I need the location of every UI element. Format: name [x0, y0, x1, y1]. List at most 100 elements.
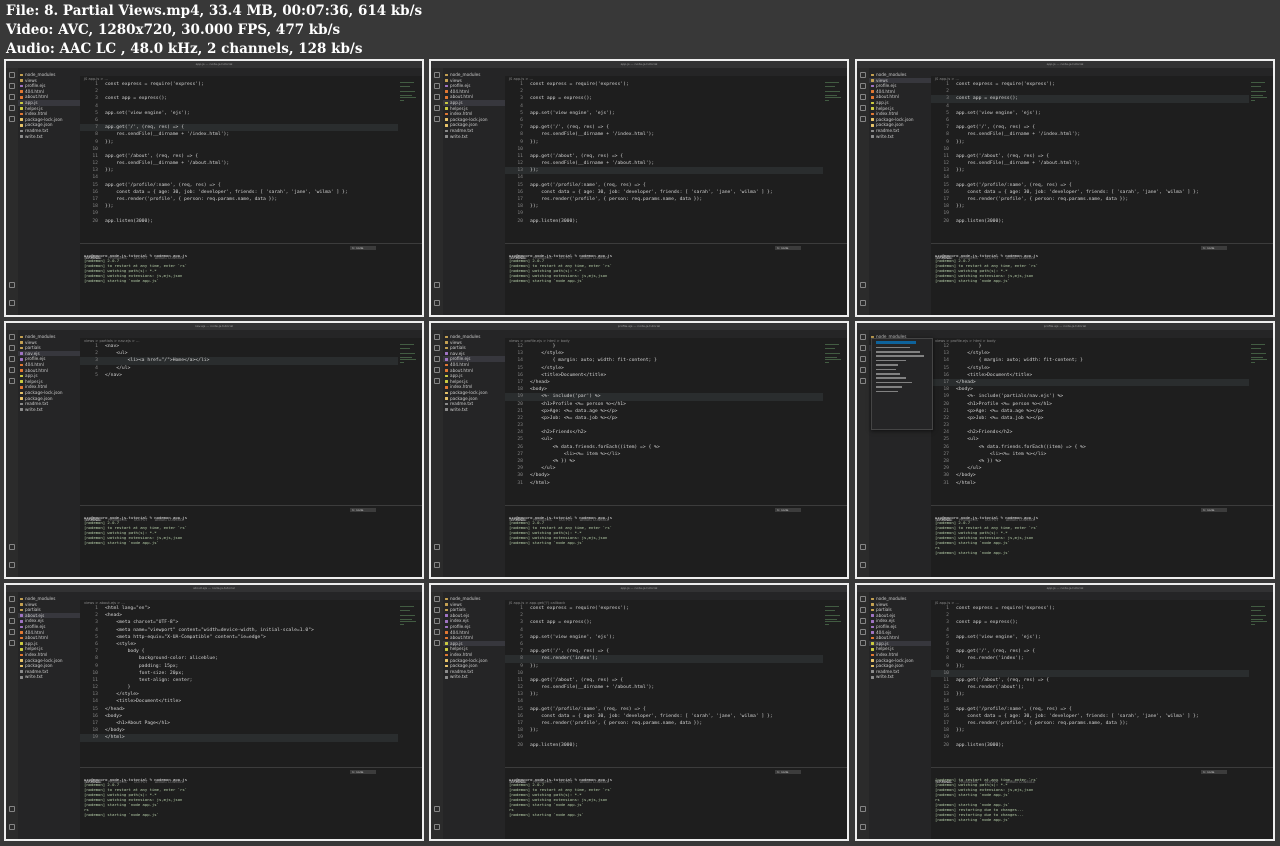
terminal-output[interactable]: uzu@macpro node-js-tutorial % nodemon ap… — [80, 252, 422, 284]
run-debug-icon[interactable] — [434, 367, 440, 373]
source-control-icon[interactable] — [434, 618, 440, 624]
code-editor[interactable]: 1 const express = require('express'); 2 3 co… — [505, 605, 823, 765]
code-editor[interactable]: 1 const express = require('express'); 2 3 co… — [505, 81, 823, 241]
search-icon[interactable] — [434, 83, 440, 89]
file-tree-item[interactable]: write.txt — [869, 674, 931, 680]
explorer-icon[interactable] — [434, 596, 440, 602]
terminal-select[interactable]: 1: node — [1201, 508, 1227, 512]
search-icon[interactable] — [434, 607, 440, 613]
code-editor[interactable]: 12 } 13 </style> 14 { margin: auto; width:… — [505, 343, 823, 503]
search-icon[interactable] — [860, 345, 866, 351]
run-debug-icon[interactable] — [860, 367, 866, 373]
file-tree-item[interactable]: write.txt — [443, 674, 505, 680]
terminal-select[interactable]: 1: node — [1201, 770, 1227, 774]
gear-icon[interactable] — [434, 300, 440, 306]
minimap[interactable] — [825, 82, 843, 112]
file-tree-item[interactable]: write.txt — [18, 407, 80, 413]
code-editor[interactable]: 1 const express = require('express'); 2 3 co… — [931, 605, 1249, 765]
search-icon[interactable] — [860, 83, 866, 89]
gear-icon[interactable] — [860, 562, 866, 568]
terminal-select[interactable]: 1: node — [350, 246, 376, 250]
terminal-output[interactable]: uzu@macpro node-js-tutorial % nodemon ap… — [505, 514, 847, 546]
run-debug-icon[interactable] — [434, 105, 440, 111]
run-debug-icon[interactable] — [9, 367, 15, 373]
search-icon[interactable] — [860, 607, 866, 613]
search-icon[interactable] — [9, 83, 15, 89]
source-control-icon[interactable] — [434, 94, 440, 100]
file-tree-item[interactable]: write.txt — [443, 407, 505, 413]
source-control-icon[interactable] — [9, 618, 15, 624]
minimap[interactable] — [825, 344, 843, 374]
file-tree-item[interactable]: write.txt — [443, 134, 505, 140]
explorer-icon[interactable] — [9, 334, 15, 340]
explorer-icon[interactable] — [860, 596, 866, 602]
source-control-icon[interactable] — [860, 618, 866, 624]
account-icon[interactable] — [434, 544, 440, 550]
explorer-icon[interactable] — [860, 334, 866, 340]
run-debug-icon[interactable] — [434, 629, 440, 635]
terminal-select[interactable]: 1: node — [775, 246, 801, 250]
extensions-icon[interactable] — [434, 640, 440, 646]
account-icon[interactable] — [9, 544, 15, 550]
file-tree-item[interactable]: write.txt — [18, 134, 80, 140]
code-editor[interactable]: 12 } 13 </style> 14 { margin: auto; width:… — [931, 343, 1249, 503]
code-editor[interactable]: 1 const express = require('express'); 2 3 co… — [931, 81, 1249, 241]
account-icon[interactable] — [860, 282, 866, 288]
explorer-icon[interactable] — [860, 72, 866, 78]
terminal-select[interactable]: 1: node — [775, 770, 801, 774]
explorer-icon[interactable] — [434, 334, 440, 340]
extensions-icon[interactable] — [434, 378, 440, 384]
extensions-icon[interactable] — [860, 116, 866, 122]
extensions-icon[interactable] — [860, 640, 866, 646]
terminal-select[interactable]: 1: node — [350, 770, 376, 774]
terminal-output[interactable]: uzu@macpro node-js-tutorial % nodemon ap… — [505, 776, 847, 818]
terminal-output[interactable]: uzu@macpro node-js-tutorial % nodemon ap… — [80, 776, 422, 818]
terminal-select[interactable]: 1: node — [350, 508, 376, 512]
terminal-output[interactable]: [nodemon] to restart at any time, enter … — [931, 776, 1273, 823]
source-control-icon[interactable] — [9, 356, 15, 362]
account-icon[interactable] — [434, 806, 440, 812]
terminal-select[interactable]: 1: node — [775, 508, 801, 512]
gear-icon[interactable] — [9, 562, 15, 568]
terminal-output[interactable]: uzu@macpro node-js-tutorial % nodemon ap… — [505, 252, 847, 284]
file-tree-item[interactable]: write.txt — [18, 674, 80, 680]
extensions-icon[interactable] — [9, 378, 15, 384]
minimap[interactable] — [400, 344, 418, 374]
minimap[interactable] — [400, 82, 418, 112]
source-control-icon[interactable] — [9, 94, 15, 100]
source-control-icon[interactable] — [860, 356, 866, 362]
source-control-icon[interactable] — [434, 356, 440, 362]
gear-icon[interactable] — [434, 562, 440, 568]
terminal-output[interactable]: uzu@macpro node-js-tutorial % nodemon ap… — [80, 514, 422, 546]
run-debug-icon[interactable] — [9, 629, 15, 635]
explorer-icon[interactable] — [9, 596, 15, 602]
extensions-icon[interactable] — [9, 116, 15, 122]
explorer-icon[interactable] — [9, 72, 15, 78]
account-icon[interactable] — [9, 282, 15, 288]
run-debug-icon[interactable] — [9, 105, 15, 111]
extensions-icon[interactable] — [9, 640, 15, 646]
search-icon[interactable] — [9, 607, 15, 613]
source-control-icon[interactable] — [860, 94, 866, 100]
code-editor[interactable]: 1 const express = require('express'); 2 3 co… — [80, 81, 398, 241]
account-icon[interactable] — [860, 544, 866, 550]
extensions-icon[interactable] — [860, 378, 866, 384]
run-debug-icon[interactable] — [860, 105, 866, 111]
file-tree-item[interactable]: write.txt — [869, 134, 931, 140]
search-icon[interactable] — [434, 345, 440, 351]
search-icon[interactable] — [9, 345, 15, 351]
account-icon[interactable] — [9, 806, 15, 812]
gear-icon[interactable] — [860, 300, 866, 306]
minimap[interactable] — [1251, 344, 1269, 374]
gear-icon[interactable] — [9, 824, 15, 830]
account-icon[interactable] — [434, 282, 440, 288]
gear-icon[interactable] — [434, 824, 440, 830]
code-editor[interactable]: 1 <nav> 2 <ul> 3 <li><a href="/">Home</a></… — [80, 343, 398, 503]
minimap[interactable] — [1251, 606, 1269, 636]
gear-icon[interactable] — [9, 300, 15, 306]
run-debug-icon[interactable] — [860, 629, 866, 635]
code-editor[interactable]: 1 <html lang="en"> 2 <head> 3 <meta charset=… — [80, 605, 398, 765]
explorer-icon[interactable] — [434, 72, 440, 78]
terminal-select[interactable]: 1: node — [1201, 246, 1227, 250]
context-menu[interactable] — [871, 338, 933, 430]
